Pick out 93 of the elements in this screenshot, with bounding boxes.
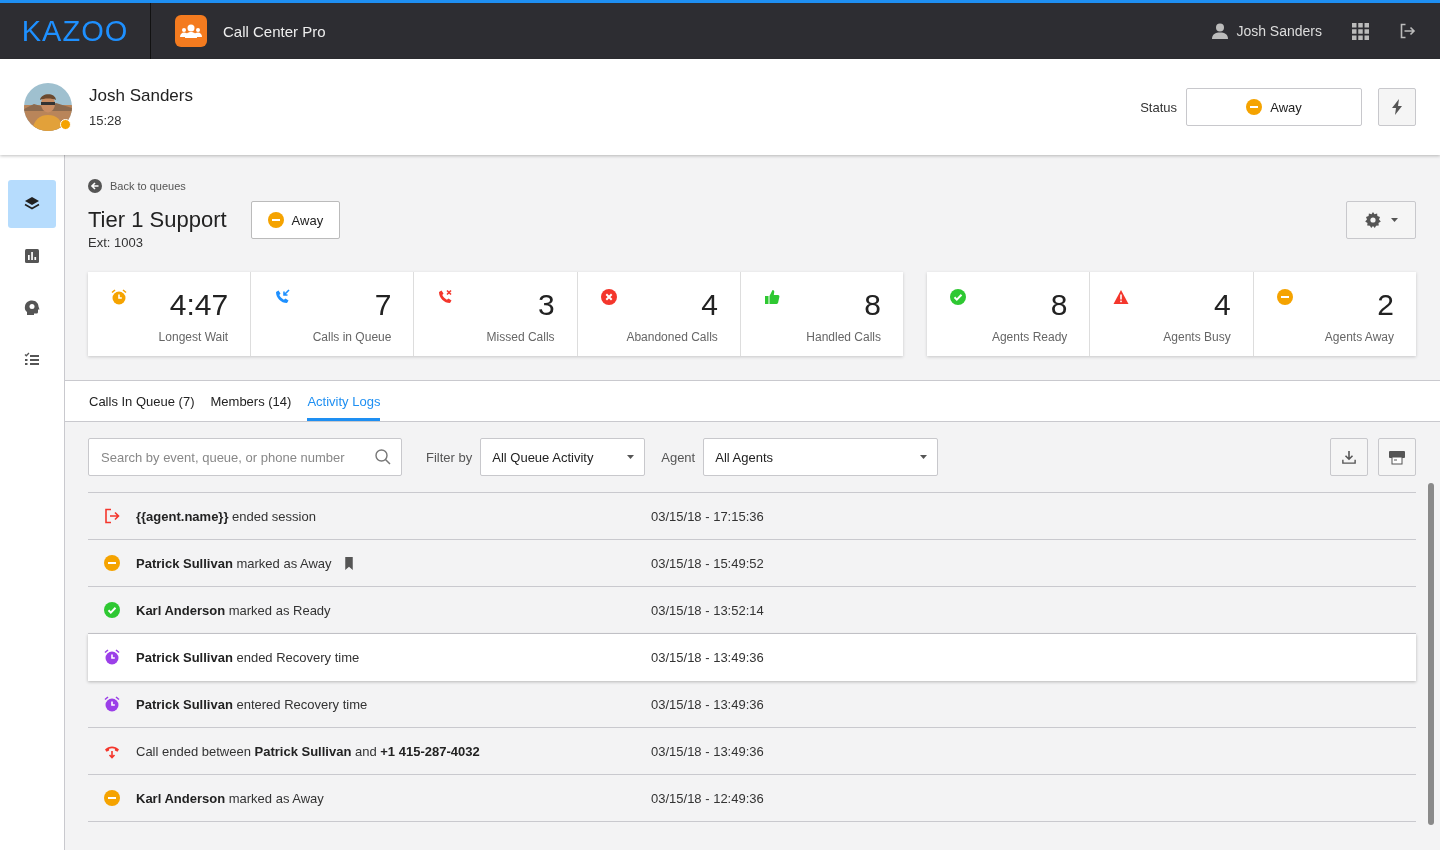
- agent-filter-dropdown[interactable]: All Agents: [703, 438, 939, 476]
- log-time: 03/15/18 - 13:49:36: [651, 743, 764, 759]
- stat-value: 8: [1050, 288, 1068, 322]
- stat-value: 2: [1377, 288, 1394, 322]
- stat-value: 3: [537, 288, 555, 322]
- log-message: Patrick Sullivan entered Recovery time: [136, 696, 368, 712]
- agent-time: 15:28: [89, 113, 123, 128]
- stat-value: 7: [374, 288, 392, 322]
- logout-icon: [104, 508, 120, 524]
- away-status-icon: [1276, 289, 1293, 305]
- agent-filter-label: Agent: [661, 449, 696, 465]
- print-button[interactable]: [1378, 438, 1416, 476]
- log-time: 03/15/18 - 13:49:36: [651, 696, 764, 712]
- stat-label: Calls in Queue: [312, 330, 392, 344]
- download-button[interactable]: [1330, 438, 1368, 476]
- log-message: Patrick Sullivan marked as Away: [136, 555, 332, 571]
- apps-grid-icon[interactable]: [1352, 22, 1369, 40]
- incoming-call-icon: [274, 289, 291, 305]
- tab[interactable]: Members (14): [210, 381, 292, 421]
- alarm-clock-icon: [111, 289, 127, 305]
- log-message: Call ended between Patrick Sullivan and +1 415-287-4032: [136, 743, 480, 759]
- missed-call-icon: [437, 289, 454, 305]
- log-row[interactable]: Karl Anderson marked as Away 03/15/18 - 12:49:36: [88, 775, 1416, 822]
- stat-value: 8: [864, 288, 881, 322]
- log-time: 03/15/18 - 12:49:36: [651, 790, 764, 806]
- log-time: 03/15/18 - 13:52:14: [651, 602, 764, 618]
- log-row[interactable]: Patrick Sullivan marked as Away 03/15/18 - 15:49:52: [88, 540, 1416, 587]
- stat-label: Agents Ready: [991, 330, 1068, 344]
- stat-label: Agents Away: [1324, 330, 1394, 344]
- stat-value: 4: [701, 288, 718, 322]
- back-arrow-icon: [88, 179, 102, 193]
- log-time: 03/15/18 - 15:49:52: [651, 555, 764, 571]
- log-message: Patrick Sullivan ended Recovery time: [136, 649, 360, 665]
- away-status-icon: [104, 790, 120, 806]
- user-name[interactable]: Josh Sanders: [1236, 23, 1322, 39]
- away-status-icon: [267, 212, 284, 228]
- check-circle-icon: [104, 602, 120, 618]
- thumbs-up-icon: [763, 289, 780, 305]
- queue-title: Tier 1 Support: [88, 207, 227, 233]
- queue-extension: Ext: 1003: [88, 235, 144, 250]
- queue-status-button[interactable]: Away: [250, 201, 341, 239]
- check-circle-icon: [950, 289, 966, 305]
- lightning-icon: [1391, 99, 1403, 115]
- tab[interactable]: Calls In Queue (7): [89, 381, 195, 421]
- log-row[interactable]: {{agent.name}} ended session 03/15/18 - 17:15:36: [88, 493, 1416, 540]
- log-message: Karl Anderson marked as Away: [136, 790, 324, 806]
- log-message: {{agent.name}} ended session: [136, 508, 316, 524]
- search-icon: [375, 449, 391, 465]
- stat-label: Longest Wait: [158, 330, 229, 344]
- away-status-icon: [1246, 99, 1263, 115]
- log-row[interactable]: Patrick Sullivan ended Recovery time 03/15/18 - 13:49:36: [88, 634, 1416, 681]
- stat-label: Agents Busy: [1163, 330, 1231, 344]
- settings-icon: [1364, 212, 1381, 228]
- caret-icon: [1390, 218, 1398, 222]
- caret-icon: [627, 455, 635, 459]
- activity-filter-dropdown[interactable]: All Queue Activity: [480, 438, 646, 476]
- back-link[interactable]: Back to queues: [88, 179, 186, 193]
- alarm-clock-icon: [104, 649, 120, 665]
- error-circle-icon: [600, 289, 617, 305]
- app-name: Call Center Pro: [223, 22, 326, 40]
- checklist-icon: [24, 352, 40, 368]
- app-icon: [175, 15, 207, 47]
- tab[interactable]: Activity Logs: [307, 381, 381, 421]
- alarm-clock-icon: [104, 696, 120, 712]
- log-time: 03/15/18 - 17:15:36: [651, 508, 764, 524]
- scrollbar[interactable]: [1428, 483, 1434, 825]
- settings-menu-button[interactable]: [1346, 201, 1416, 239]
- stat-label: Handled Calls: [806, 330, 881, 344]
- quick-action-button[interactable]: [1378, 88, 1416, 126]
- away-status-icon: [104, 555, 120, 571]
- filter-label: Filter by: [426, 449, 473, 465]
- status-dropdown[interactable]: Away: [1186, 88, 1362, 126]
- stat-label: Missed Calls: [486, 330, 555, 344]
- head-icon: [24, 300, 40, 316]
- sidebar-item[interactable]: [8, 180, 56, 228]
- caret-icon: [920, 455, 928, 459]
- bar-chart-icon: [24, 248, 40, 264]
- log-message: Karl Anderson marked as Ready: [136, 602, 331, 618]
- log-row[interactable]: Call ended between Patrick Sullivan and +1 415-287-4032 03/15/18 - 13:49:36: [88, 728, 1416, 775]
- log-row[interactable]: Patrick Sullivan entered Recovery time 03/15/18 - 13:49:36: [88, 681, 1416, 728]
- download-icon: [1342, 450, 1356, 464]
- status-label: Status: [1140, 99, 1177, 115]
- user-icon: [1212, 23, 1229, 39]
- search-field[interactable]: Search by event, queue, or phone number: [88, 438, 402, 476]
- warning-icon: [1113, 289, 1130, 305]
- layers-icon: [24, 196, 40, 212]
- printer-icon: [1389, 449, 1405, 465]
- stat-value: 4: [1213, 288, 1231, 322]
- log-time: 03/15/18 - 13:49:36: [651, 649, 764, 665]
- logout-icon[interactable]: [1399, 23, 1416, 39]
- stat-value: 4:47: [169, 288, 229, 322]
- stat-label: Abandoned Calls: [626, 330, 718, 344]
- agent-name: Josh Sanders: [89, 86, 193, 106]
